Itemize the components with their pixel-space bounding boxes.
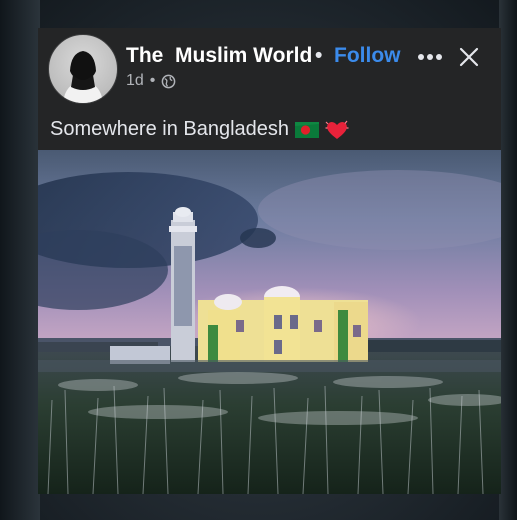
caption-text: Somewhere in Bangladesh — [50, 118, 290, 140]
meta-separator: • — [149, 72, 156, 89]
screen-frame-left — [0, 0, 40, 520]
post-header: The Muslim World • Follow 1d • — [38, 28, 501, 106]
bangladesh-flag-icon — [295, 121, 320, 138]
header-separator: • — [315, 44, 323, 67]
mosque-photo[interactable] — [38, 150, 501, 494]
page-name-link[interactable]: The Muslim World — [126, 44, 312, 68]
globe-icon — [162, 74, 176, 88]
more-horizontal-icon[interactable] — [416, 45, 444, 69]
post-caption: Somewhere in Bangladesh — [50, 118, 349, 141]
post-card: The Muslim World • Follow 1d • Somewhere… — [38, 28, 501, 494]
follow-button[interactable]: Follow — [334, 44, 401, 68]
post-meta: 1d • — [126, 72, 176, 90]
page-avatar[interactable] — [48, 34, 118, 104]
close-icon[interactable] — [458, 46, 480, 68]
post-time[interactable]: 1d — [126, 72, 144, 90]
screen-frame-right — [499, 0, 517, 520]
red-heart-icon — [325, 120, 349, 139]
